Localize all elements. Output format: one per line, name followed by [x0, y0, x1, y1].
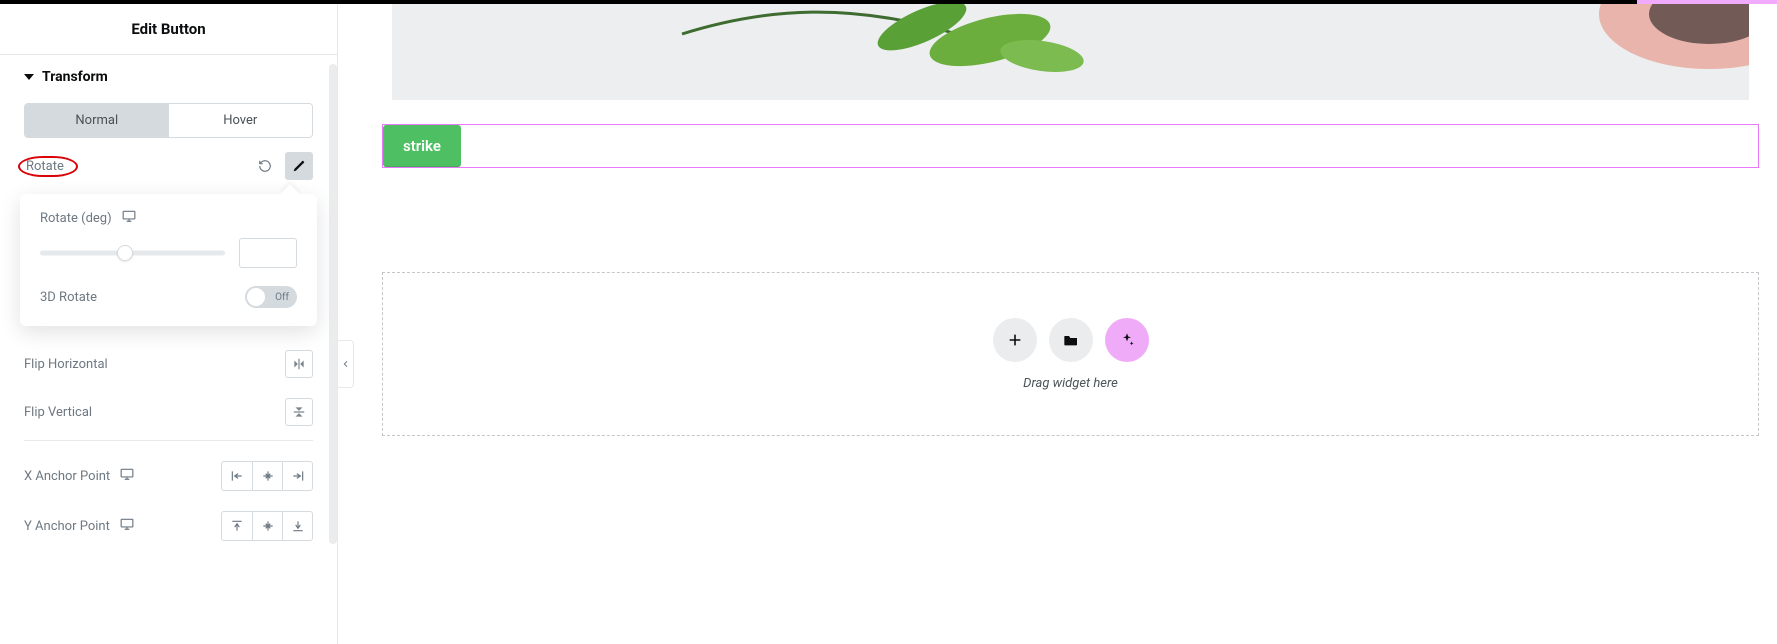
toggle-knob: [247, 288, 265, 306]
drop-zone[interactable]: Drag widget here: [382, 272, 1759, 436]
section-label: Transform: [42, 69, 108, 85]
align-right-icon[interactable]: [282, 462, 312, 490]
tab-normal[interactable]: Normal: [25, 104, 169, 137]
align-middle-icon[interactable]: [252, 512, 282, 540]
x-anchor-label: X Anchor Point: [24, 469, 110, 484]
rotate-deg-label: Rotate (deg): [40, 211, 112, 226]
edit-panel: Edit Button Transform Normal Hover Rotat…: [0, 4, 338, 644]
align-center-icon[interactable]: [252, 462, 282, 490]
rotate-value-input[interactable]: [239, 238, 297, 268]
desktop-icon[interactable]: [122, 210, 136, 226]
sidebar-scrollbar[interactable]: [329, 64, 337, 544]
toggle-state: Off: [275, 292, 289, 303]
flip-horizontal-label: Flip Horizontal: [24, 357, 108, 372]
sparkle-icon: [1119, 332, 1135, 348]
ai-sparkle-button[interactable]: [1105, 318, 1149, 362]
three-d-rotate-label: 3D Rotate: [40, 290, 97, 305]
rotate-label: Rotate: [18, 156, 78, 177]
folder-icon: [1063, 333, 1079, 347]
x-anchor-seg: [221, 461, 313, 491]
align-bottom-icon[interactable]: [282, 512, 312, 540]
pencil-icon[interactable]: [285, 152, 313, 180]
slider-thumb[interactable]: [117, 245, 133, 261]
section-transform-toggle[interactable]: Transform: [24, 69, 313, 85]
divider: [24, 440, 313, 441]
y-anchor-seg: [221, 511, 313, 541]
caret-down-icon: [24, 74, 34, 80]
rotate-popover: Rotate (deg) 3D Rotate O: [20, 194, 317, 326]
strike-button[interactable]: strike: [383, 125, 461, 167]
rotate-slider[interactable]: [40, 243, 225, 263]
drop-hint: Drag widget here: [1023, 376, 1118, 391]
y-anchor-label: Y Anchor Point: [24, 519, 110, 534]
panel-title: Edit Button: [0, 4, 337, 55]
editor-canvas: strike Drag widget here: [338, 4, 1777, 644]
plus-icon: [1007, 332, 1023, 348]
desktop-icon[interactable]: [120, 468, 134, 484]
selected-widget-row[interactable]: strike: [382, 124, 1759, 168]
flip-vertical-icon[interactable]: [285, 398, 313, 426]
flip-horizontal-icon[interactable]: [285, 350, 313, 378]
flip-vertical-label: Flip Vertical: [24, 405, 92, 420]
align-top-icon[interactable]: [222, 512, 252, 540]
add-widget-button[interactable]: [993, 318, 1037, 362]
tab-hover[interactable]: Hover: [169, 104, 313, 137]
reset-icon[interactable]: [251, 152, 279, 180]
align-left-icon[interactable]: [222, 462, 252, 490]
template-folder-button[interactable]: [1049, 318, 1093, 362]
state-tabs: Normal Hover: [24, 103, 313, 138]
desktop-icon[interactable]: [120, 518, 134, 534]
hero-image-placeholder: [392, 4, 1749, 100]
three-d-toggle[interactable]: Off: [245, 286, 297, 308]
